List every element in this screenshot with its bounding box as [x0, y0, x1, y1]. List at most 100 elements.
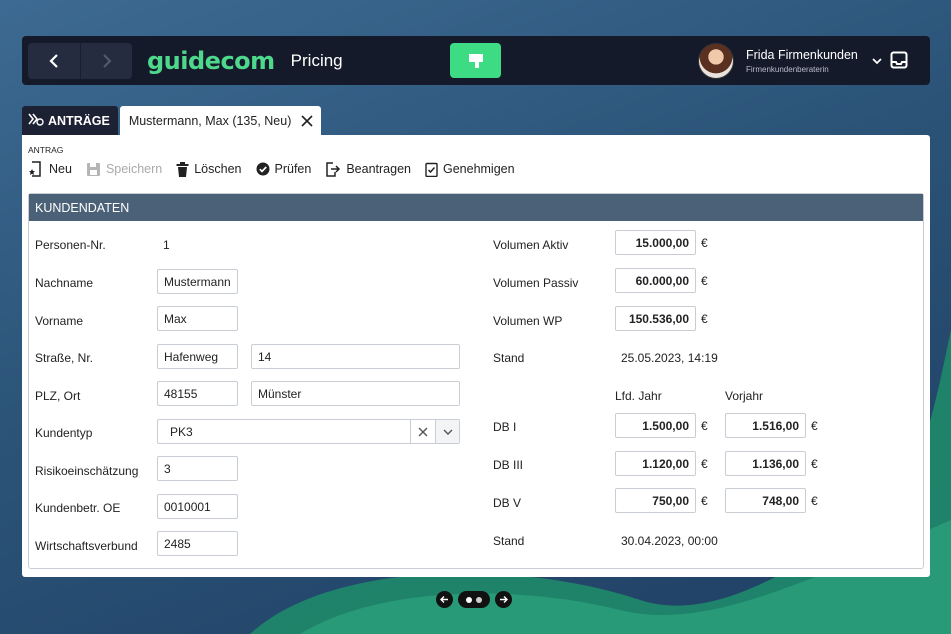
trash-icon [176, 161, 189, 177]
submit-button[interactable]: Beantragen [325, 161, 411, 177]
currency-label: € [701, 312, 708, 326]
submit-icon [325, 161, 341, 177]
main-panel: ANTRAG Neu Speichern Löschen Prüfen Bean… [22, 135, 930, 577]
vorname-field[interactable]: Max [157, 306, 238, 331]
page-dot-active[interactable] [466, 596, 472, 603]
risiko-field[interactable]: 3 [157, 456, 238, 481]
wirtschaft-field[interactable]: 2485 [157, 531, 238, 556]
submit-button-label: Beantragen [346, 162, 411, 176]
kundenbetr-field[interactable]: 0010001 [157, 494, 238, 519]
user-info: Frida Firmenkunden Firmenkundenberaterin [746, 48, 858, 74]
personen-nr-label: Personen-Nr. [35, 238, 106, 252]
db1-label: DB I [493, 420, 517, 434]
save-button[interactable]: Speichern [86, 162, 162, 177]
app-title: Pricing [290, 50, 343, 70]
stand-value: 25.05.2023, 14:19 [621, 351, 718, 365]
vol-aktiv-label: Volumen Aktiv [493, 238, 569, 252]
ort-field[interactable]: Münster [251, 381, 460, 406]
approve-button-label: Genehmigen [442, 162, 515, 176]
vol-wp-label: Volumen WP [493, 314, 563, 328]
save-icon [86, 162, 101, 177]
currency-label: € [701, 457, 708, 471]
next-page-button[interactable] [495, 591, 512, 608]
chevron-right-icon [102, 53, 111, 68]
db1-vorjahr-field[interactable]: 1.516,00 [725, 413, 806, 438]
vol-wp-field[interactable]: 150.536,00 [615, 306, 696, 331]
forward-button[interactable] [80, 42, 132, 79]
home-badge-button[interactable] [450, 43, 501, 78]
db5-label: DB V [493, 496, 522, 510]
page-dot[interactable] [476, 596, 482, 603]
kundentyp-label: Kundentyp [35, 426, 93, 440]
currency-label: € [811, 457, 818, 471]
stand-value: 30.04.2023, 00:00 [621, 534, 718, 548]
risiko-label: Risikoeinschätzung [35, 464, 139, 478]
currency-label: € [701, 236, 708, 250]
tab-antraege[interactable]: ANTRÄGE [22, 106, 118, 135]
currency-label: € [701, 494, 708, 508]
brand-logo: guidecom [147, 46, 275, 75]
chevron-down-icon [872, 54, 882, 68]
vol-aktiv-field[interactable]: 15.000,00 [615, 230, 696, 255]
kundenbetr-label: Kundenbetr. OE [35, 501, 121, 515]
save-button-label: Speichern [105, 162, 163, 176]
stand-label: Stand [493, 351, 525, 365]
pager [436, 591, 512, 608]
approve-button[interactable]: Genehmigen [425, 162, 515, 177]
new-doc-icon [28, 161, 44, 177]
db3-vorjahr-field[interactable]: 1.136,00 [725, 451, 806, 476]
nachname-label: Nachname [35, 276, 94, 290]
delete-button-label: Löschen [194, 162, 242, 176]
toolbar-group-label: ANTRAG [28, 145, 64, 155]
strasse-label: Straße, Nr. [35, 351, 94, 365]
currency-label: € [701, 274, 708, 288]
back-button[interactable] [28, 43, 80, 79]
user-menu[interactable]: Frida Firmenkunden Firmenkundenberaterin [698, 43, 882, 79]
tab-customer-label: Mustermann, Max (135, Neu) [128, 113, 292, 128]
chevron-left-icon [49, 53, 58, 68]
arrow-right-icon [500, 596, 508, 603]
clear-icon[interactable] [410, 420, 435, 443]
vol-passiv-field[interactable]: 60.000,00 [615, 268, 696, 293]
kundentyp-value: PK3 [170, 424, 193, 439]
currency-label: € [701, 419, 708, 433]
kundendaten-section: KUNDENDATEN Personen-Nr. 1 Nachname Must… [28, 193, 924, 569]
nav-group [28, 42, 132, 79]
vorname-label: Vorname [35, 314, 84, 328]
db3-label: DB III [493, 458, 524, 472]
nachname-field[interactable]: Mustermann [157, 269, 238, 294]
close-icon[interactable] [301, 112, 313, 130]
section-header: KUNDENDATEN [29, 194, 923, 221]
personen-nr-value: 1 [163, 238, 170, 252]
db5-lfd-field[interactable]: 750,00 [615, 488, 696, 513]
currency-label: € [811, 419, 818, 433]
user-role: Firmenkundenberaterin [746, 64, 829, 74]
plz-ort-label: PLZ, Ort [35, 389, 81, 403]
db5-vorjahr-field[interactable]: 748,00 [725, 488, 806, 513]
tab-antraege-label: ANTRÄGE [48, 113, 110, 128]
prev-page-button[interactable] [436, 591, 453, 608]
check-button[interactable]: Prüfen [256, 162, 311, 176]
db1-lfd-field[interactable]: 1.500,00 [615, 413, 696, 438]
inbox-icon[interactable] [890, 51, 908, 69]
col-lfd-header: Lfd. Jahr [615, 389, 662, 403]
tab-bar: ANTRÄGE Mustermann, Max (135, Neu) [22, 106, 322, 135]
plz-field[interactable]: 48155 [157, 381, 238, 406]
col-vorjahr-header: Vorjahr [725, 389, 764, 403]
new-button[interactable]: Neu [28, 161, 72, 177]
delete-button[interactable]: Löschen [176, 161, 242, 177]
tab-customer[interactable]: Mustermann, Max (135, Neu) [119, 106, 322, 135]
street-field[interactable]: Hafenweg [157, 344, 238, 369]
kundentyp-select[interactable]: PK3 [157, 419, 460, 444]
new-button-label: Neu [49, 162, 72, 176]
chevron-down-icon[interactable] [435, 420, 459, 443]
house-number-field[interactable]: 14 [251, 344, 460, 369]
toolbar: Neu Speichern Löschen Prüfen Beantragen [28, 161, 529, 177]
currency-label: € [811, 494, 818, 508]
stand-label: Stand [493, 534, 525, 548]
flag-icon [468, 53, 483, 68]
db3-lfd-field[interactable]: 1.120,00 [615, 451, 696, 476]
wirtschaft-label: Wirtschaftsverbund [35, 539, 138, 553]
top-bar: guidecom Pricing Frida Firmenkunden Firm… [22, 36, 930, 85]
page-indicator [458, 591, 490, 608]
